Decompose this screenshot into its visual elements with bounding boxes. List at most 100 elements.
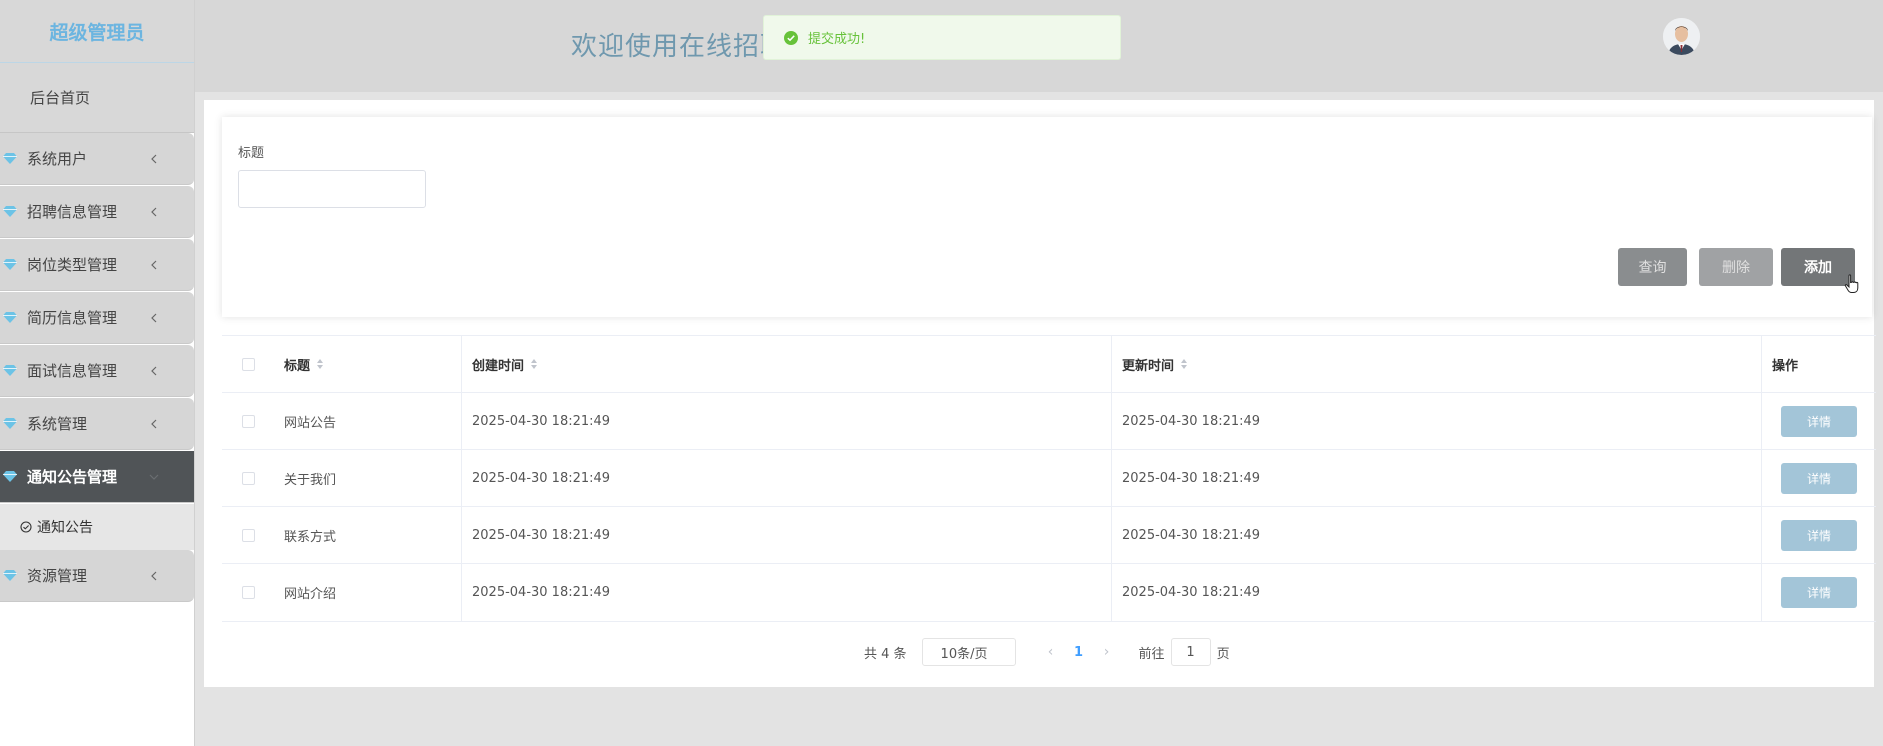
sidebar-item-label: 通知公告管理 — [27, 468, 118, 486]
main-panel: 标题 查询 删除 添加 标题 创建时间 更新时间 操作 网站公告 2025-04… — [204, 100, 1876, 687]
row-title: 关于我们 — [274, 450, 462, 506]
sidebar-subitem-label: 通知公告 — [37, 520, 93, 536]
row-checkbox[interactable] — [241, 414, 255, 428]
sidebar-title: 超级管理员 — [0, 0, 194, 63]
gem-icon — [3, 418, 17, 429]
detail-button[interactable]: 详情 — [1781, 577, 1857, 608]
chevron-down-icon — [149, 474, 159, 480]
goto-label: 前往 — [1138, 646, 1165, 662]
detail-button[interactable]: 详情 — [1781, 519, 1857, 551]
delete-button[interactable]: 删除 — [1699, 248, 1773, 286]
search-form: 标题 查询 删除 添加 — [222, 117, 1872, 317]
sidebar-item-notices[interactable]: 通知公告管理 — [0, 451, 194, 503]
chevron-left-icon — [151, 207, 157, 216]
row-created: 2025-04-30 18:21:49 — [462, 393, 1112, 449]
title-search-input[interactable] — [238, 170, 426, 208]
page-size-select[interactable]: 10条/页 — [921, 638, 1016, 666]
row-actions: 详情 — [1762, 393, 1876, 449]
select-all-checkbox[interactable] — [241, 357, 255, 371]
table-row: 网站介绍 2025-04-30 18:21:49 2025-04-30 18:2… — [222, 564, 1876, 621]
prev-page-icon[interactable]: ‹ — [1041, 644, 1061, 660]
goto-page-input[interactable] — [1170, 638, 1211, 666]
table-header-row: 标题 创建时间 更新时间 操作 — [222, 336, 1876, 393]
column-op: 操作 — [1772, 358, 1799, 374]
check-circle-icon — [784, 30, 798, 45]
row-title: 网站介绍 — [274, 564, 462, 621]
select-all-cell — [222, 336, 274, 392]
detail-button[interactable]: 详情 — [1781, 405, 1857, 437]
gem-icon — [3, 365, 17, 376]
sort-icon[interactable] — [530, 358, 538, 370]
clock-icon — [20, 521, 32, 533]
table-row: 关于我们 2025-04-30 18:21:49 2025-04-30 18:2… — [222, 450, 1876, 507]
sort-icon[interactable] — [316, 358, 324, 370]
sidebar-item-label: 面试信息管理 — [27, 362, 118, 380]
sidebar-item-resumes[interactable]: 简历信息管理 — [0, 292, 194, 344]
query-button[interactable]: 查询 — [1618, 248, 1687, 286]
pagination-total: 共 4 条 — [864, 646, 907, 662]
row-created: 2025-04-30 18:21:49 — [462, 564, 1112, 621]
gem-icon — [3, 471, 17, 482]
sidebar-item-label: 系统管理 — [27, 415, 88, 433]
row-title: 网站公告 — [274, 393, 462, 449]
sidebar-item-label: 资源管理 — [27, 567, 88, 585]
gem-icon — [3, 153, 17, 164]
row-created: 2025-04-30 18:21:49 — [462, 507, 1112, 563]
avatar[interactable] — [1663, 18, 1700, 55]
column-created[interactable]: 创建时间 — [462, 336, 1112, 392]
chevron-left-icon — [151, 419, 157, 428]
gem-icon — [3, 206, 17, 217]
sidebar-subitem-notice[interactable]: 通知公告 — [0, 504, 194, 550]
chevron-left-icon — [151, 260, 157, 269]
column-created-label: 创建时间 — [472, 358, 525, 374]
avatar-icon — [1663, 18, 1700, 55]
sidebar-item-system-users[interactable]: 系统用户 — [0, 133, 194, 185]
sidebar-item-recruitment[interactable]: 招聘信息管理 — [0, 186, 194, 238]
sidebar-item-job-types[interactable]: 岗位类型管理 — [0, 239, 194, 291]
chevron-left-icon — [151, 313, 157, 322]
row-updated: 2025-04-30 18:21:49 — [1112, 450, 1762, 506]
chevron-left-icon — [151, 154, 157, 163]
row-updated: 2025-04-30 18:21:49 — [1112, 564, 1762, 621]
table-row: 联系方式 2025-04-30 18:21:49 2025-04-30 18:2… — [222, 507, 1876, 564]
row-actions: 详情 — [1762, 450, 1876, 506]
sidebar-item-resources[interactable]: 资源管理 — [0, 550, 194, 602]
sidebar-item-label: 简历信息管理 — [27, 309, 118, 327]
row-title: 联系方式 — [274, 507, 462, 563]
hand-cursor-icon — [1844, 274, 1859, 293]
row-actions: 详情 — [1762, 507, 1876, 563]
pagination: 共 4 条 10条/页 ‹ 1 › 前往 页 — [864, 638, 1230, 666]
success-toast: 提交成功! — [763, 15, 1121, 60]
detail-button[interactable]: 详情 — [1781, 462, 1857, 494]
sidebar-item-system-management[interactable]: 系统管理 — [0, 398, 194, 450]
row-updated: 2025-04-30 18:21:49 — [1112, 393, 1762, 449]
row-checkbox[interactable] — [241, 528, 255, 542]
column-title-label: 标题 — [284, 358, 311, 374]
gem-icon — [3, 570, 17, 581]
row-checkbox[interactable] — [241, 586, 255, 599]
sidebar-item-interviews[interactable]: 面试信息管理 — [0, 345, 194, 397]
sidebar-item-label: 系统用户 — [27, 150, 88, 168]
row-created: 2025-04-30 18:21:49 — [462, 450, 1112, 506]
sidebar-item-home[interactable]: 后台首页 — [0, 63, 194, 133]
chevron-left-icon — [151, 571, 157, 580]
page-title: 欢迎使用在线招聘 — [571, 32, 788, 62]
column-updated[interactable]: 更新时间 — [1112, 336, 1762, 392]
next-page-icon[interactable]: › — [1097, 644, 1117, 660]
column-updated-label: 更新时间 — [1122, 358, 1175, 374]
column-title[interactable]: 标题 — [274, 336, 462, 392]
toast-message: 提交成功! — [808, 32, 866, 47]
chevron-left-icon — [151, 366, 157, 375]
sort-icon[interactable] — [1180, 358, 1188, 370]
row-actions: 详情 — [1762, 564, 1876, 621]
row-checkbox[interactable] — [241, 471, 255, 485]
gem-icon — [3, 259, 17, 270]
row-select-cell — [222, 393, 274, 449]
page-number-current[interactable]: 1 — [1061, 645, 1097, 660]
row-select-cell — [222, 450, 274, 506]
sidebar-item-label: 岗位类型管理 — [27, 256, 118, 274]
sidebar: 超级管理员 后台首页 系统用户 招聘信息管理 岗位类型管理 简历信息管理 面试信… — [0, 0, 195, 746]
row-updated: 2025-04-30 18:21:49 — [1112, 507, 1762, 563]
table-row: 网站公告 2025-04-30 18:21:49 2025-04-30 18:2… — [222, 393, 1876, 450]
gem-icon — [3, 312, 17, 323]
